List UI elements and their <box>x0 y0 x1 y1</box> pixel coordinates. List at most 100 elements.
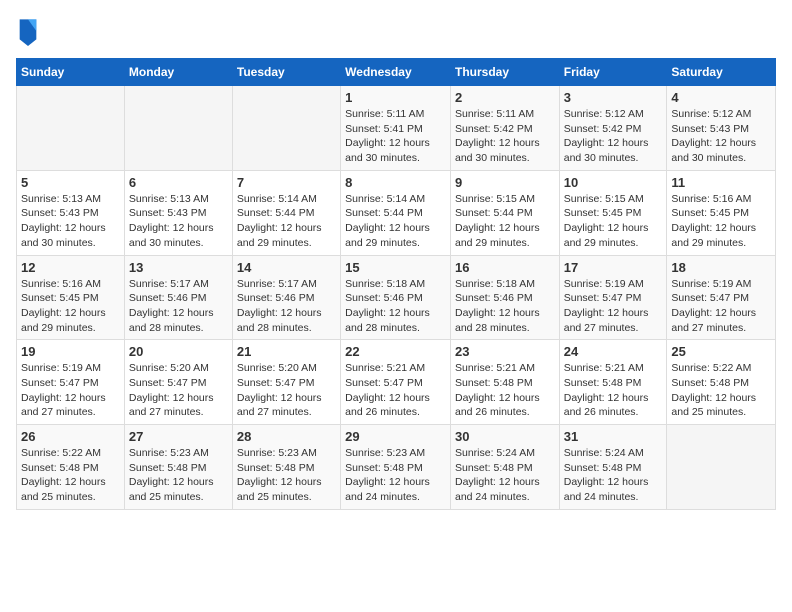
calendar-cell: 24 Sunrise: 5:21 AM Sunset: 5:48 PM Dayli… <box>559 340 667 425</box>
calendar-cell: 19Sunrise: 5:19 AM Sunset: 5:47 PM Dayli… <box>17 340 125 425</box>
calendar-week-row: 5 Sunrise: 5:13 AM Sunset: 5:43 PM Daylig… <box>17 170 776 255</box>
day-number: 7 <box>237 175 336 190</box>
day-info: Sunrise: 5:16 AM Sunset: 5:45 PM Dayligh… <box>21 277 120 336</box>
calendar-cell: 15 Sunrise: 5:18 AM Sunset: 5:46 PM Dayli… <box>341 255 451 340</box>
day-info: Sunrise: 5:18 AM Sunset: 5:46 PM Dayligh… <box>345 277 446 336</box>
day-header-friday: Friday <box>559 59 667 86</box>
day-number: 17 <box>564 260 663 275</box>
day-info: Sunrise: 5:14 AM Sunset: 5:44 PM Dayligh… <box>237 192 336 251</box>
day-info: Sunrise: 5:17 AM Sunset: 5:46 PM Dayligh… <box>237 277 336 336</box>
calendar-cell <box>17 86 125 171</box>
day-info: Sunrise: 5:19 AM Sunset: 5:47 PM Dayligh… <box>671 277 771 336</box>
day-info: Sunrise: 5:13 AM Sunset: 5:43 PM Dayligh… <box>21 192 120 251</box>
day-number: 21 <box>237 344 336 359</box>
day-number: 19 <box>21 344 120 359</box>
day-info: Sunrise: 5:15 AM Sunset: 5:45 PM Dayligh… <box>564 192 663 251</box>
day-info: Sunrise: 5:23 AM Sunset: 5:48 PM Dayligh… <box>129 446 228 505</box>
calendar-cell: 6 Sunrise: 5:13 AM Sunset: 5:43 PM Daylig… <box>124 170 232 255</box>
calendar-cell: 13Sunrise: 5:17 AM Sunset: 5:46 PM Dayli… <box>124 255 232 340</box>
day-info: Sunrise: 5:11 AM Sunset: 5:42 PM Dayligh… <box>455 107 555 166</box>
day-info: Sunrise: 5:14 AM Sunset: 5:44 PM Dayligh… <box>345 192 446 251</box>
day-info: Sunrise: 5:19 AM Sunset: 5:47 PM Dayligh… <box>564 277 663 336</box>
day-number: 22 <box>345 344 446 359</box>
calendar-cell <box>232 86 340 171</box>
day-info: Sunrise: 5:23 AM Sunset: 5:48 PM Dayligh… <box>237 446 336 505</box>
day-info: Sunrise: 5:17 AM Sunset: 5:46 PM Dayligh… <box>129 277 228 336</box>
day-number: 18 <box>671 260 771 275</box>
calendar-cell: 16 Sunrise: 5:18 AM Sunset: 5:46 PM Dayli… <box>450 255 559 340</box>
day-info: Sunrise: 5:11 AM Sunset: 5:41 PM Dayligh… <box>345 107 446 166</box>
calendar-cell: 29 Sunrise: 5:23 AM Sunset: 5:48 PM Dayli… <box>341 425 451 510</box>
calendar-week-row: 26 Sunrise: 5:22 AM Sunset: 5:48 PM Dayli… <box>17 425 776 510</box>
day-info: Sunrise: 5:21 AM Sunset: 5:47 PM Dayligh… <box>345 361 446 420</box>
day-info: Sunrise: 5:24 AM Sunset: 5:48 PM Dayligh… <box>455 446 555 505</box>
calendar-cell: 10 Sunrise: 5:15 AM Sunset: 5:45 PM Dayli… <box>559 170 667 255</box>
day-info: Sunrise: 5:15 AM Sunset: 5:44 PM Dayligh… <box>455 192 555 251</box>
day-number: 15 <box>345 260 446 275</box>
calendar-cell: 2 Sunrise: 5:11 AM Sunset: 5:42 PM Daylig… <box>450 86 559 171</box>
day-number: 3 <box>564 90 663 105</box>
day-info: Sunrise: 5:20 AM Sunset: 5:47 PM Dayligh… <box>129 361 228 420</box>
day-number: 4 <box>671 90 771 105</box>
days-header-row: SundayMondayTuesdayWednesdayThursdayFrid… <box>17 59 776 86</box>
day-header-monday: Monday <box>124 59 232 86</box>
calendar-week-row: 19Sunrise: 5:19 AM Sunset: 5:47 PM Dayli… <box>17 340 776 425</box>
day-number: 11 <box>671 175 771 190</box>
day-number: 24 <box>564 344 663 359</box>
calendar-cell: 14 Sunrise: 5:17 AM Sunset: 5:46 PM Dayli… <box>232 255 340 340</box>
calendar-week-row: 12Sunrise: 5:16 AM Sunset: 5:45 PM Dayli… <box>17 255 776 340</box>
day-info: Sunrise: 5:21 AM Sunset: 5:48 PM Dayligh… <box>564 361 663 420</box>
calendar-cell: 26 Sunrise: 5:22 AM Sunset: 5:48 PM Dayli… <box>17 425 125 510</box>
day-header-sunday: Sunday <box>17 59 125 86</box>
calendar-cell: 20 Sunrise: 5:20 AM Sunset: 5:47 PM Dayli… <box>124 340 232 425</box>
day-info: Sunrise: 5:22 AM Sunset: 5:48 PM Dayligh… <box>671 361 771 420</box>
day-number: 8 <box>345 175 446 190</box>
day-info: Sunrise: 5:12 AM Sunset: 5:43 PM Dayligh… <box>671 107 771 166</box>
day-info: Sunrise: 5:13 AM Sunset: 5:43 PM Dayligh… <box>129 192 228 251</box>
day-number: 20 <box>129 344 228 359</box>
day-number: 28 <box>237 429 336 444</box>
day-header-wednesday: Wednesday <box>341 59 451 86</box>
day-number: 16 <box>455 260 555 275</box>
calendar-cell <box>667 425 776 510</box>
calendar-cell: 4 Sunrise: 5:12 AM Sunset: 5:43 PM Daylig… <box>667 86 776 171</box>
calendar-cell: 28 Sunrise: 5:23 AM Sunset: 5:48 PM Dayli… <box>232 425 340 510</box>
calendar-cell: 12Sunrise: 5:16 AM Sunset: 5:45 PM Dayli… <box>17 255 125 340</box>
calendar-cell: 21 Sunrise: 5:20 AM Sunset: 5:47 PM Dayli… <box>232 340 340 425</box>
calendar-cell: 17 Sunrise: 5:19 AM Sunset: 5:47 PM Dayli… <box>559 255 667 340</box>
day-number: 25 <box>671 344 771 359</box>
calendar-cell: 18 Sunrise: 5:19 AM Sunset: 5:47 PM Dayli… <box>667 255 776 340</box>
logo-icon <box>16 16 40 46</box>
calendar-cell: 3Sunrise: 5:12 AM Sunset: 5:42 PM Daylig… <box>559 86 667 171</box>
calendar-cell: 11 Sunrise: 5:16 AM Sunset: 5:45 PM Dayli… <box>667 170 776 255</box>
day-number: 26 <box>21 429 120 444</box>
day-number: 2 <box>455 90 555 105</box>
day-number: 6 <box>129 175 228 190</box>
day-number: 14 <box>237 260 336 275</box>
day-number: 1 <box>345 90 446 105</box>
calendar-week-row: 1 Sunrise: 5:11 AM Sunset: 5:41 PM Daylig… <box>17 86 776 171</box>
calendar-cell: 22 Sunrise: 5:21 AM Sunset: 5:47 PM Dayli… <box>341 340 451 425</box>
logo <box>16 16 42 46</box>
day-info: Sunrise: 5:22 AM Sunset: 5:48 PM Dayligh… <box>21 446 120 505</box>
day-number: 9 <box>455 175 555 190</box>
day-number: 10 <box>564 175 663 190</box>
day-info: Sunrise: 5:21 AM Sunset: 5:48 PM Dayligh… <box>455 361 555 420</box>
day-header-tuesday: Tuesday <box>232 59 340 86</box>
day-info: Sunrise: 5:23 AM Sunset: 5:48 PM Dayligh… <box>345 446 446 505</box>
day-number: 31 <box>564 429 663 444</box>
page-header <box>16 16 776 46</box>
day-info: Sunrise: 5:24 AM Sunset: 5:48 PM Dayligh… <box>564 446 663 505</box>
day-number: 29 <box>345 429 446 444</box>
calendar-cell: 5 Sunrise: 5:13 AM Sunset: 5:43 PM Daylig… <box>17 170 125 255</box>
calendar-cell: 25 Sunrise: 5:22 AM Sunset: 5:48 PM Dayli… <box>667 340 776 425</box>
day-number: 23 <box>455 344 555 359</box>
calendar-cell: 31 Sunrise: 5:24 AM Sunset: 5:48 PM Dayli… <box>559 425 667 510</box>
calendar-cell: 7 Sunrise: 5:14 AM Sunset: 5:44 PM Daylig… <box>232 170 340 255</box>
calendar-cell: 30Sunrise: 5:24 AM Sunset: 5:48 PM Dayli… <box>450 425 559 510</box>
day-number: 5 <box>21 175 120 190</box>
day-info: Sunrise: 5:20 AM Sunset: 5:47 PM Dayligh… <box>237 361 336 420</box>
day-info: Sunrise: 5:16 AM Sunset: 5:45 PM Dayligh… <box>671 192 771 251</box>
day-info: Sunrise: 5:18 AM Sunset: 5:46 PM Dayligh… <box>455 277 555 336</box>
calendar-cell: 9 Sunrise: 5:15 AM Sunset: 5:44 PM Daylig… <box>450 170 559 255</box>
